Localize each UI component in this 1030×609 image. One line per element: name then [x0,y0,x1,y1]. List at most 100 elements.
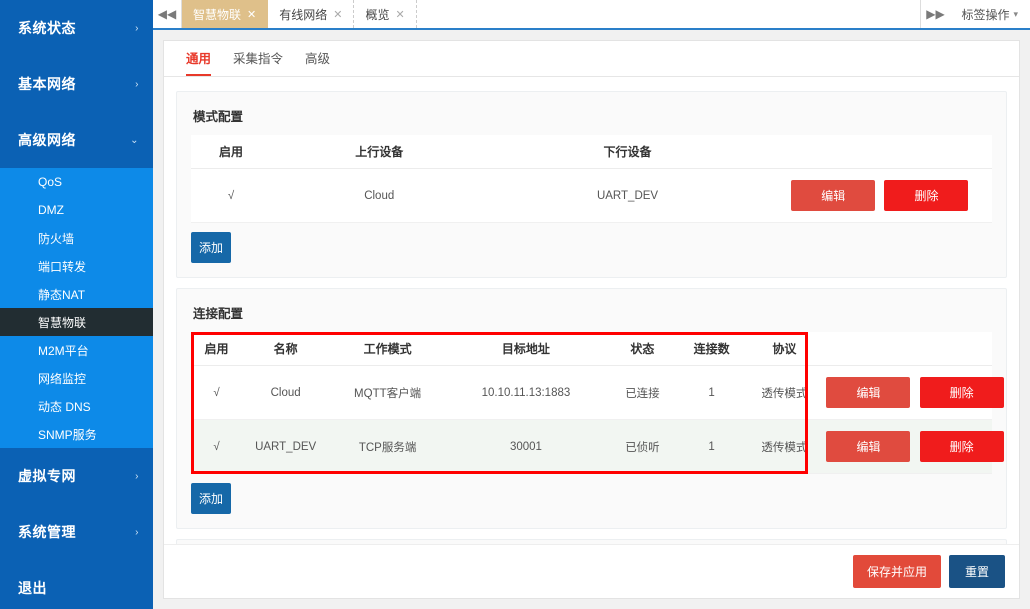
tab-smart-iot[interactable]: 智慧物联 ✕ [182,0,269,28]
table-header-row: 启用 上行设备 下行设备 [191,135,992,169]
sidebar-item-logout[interactable]: 退出 [0,560,153,609]
delete-button[interactable]: 删除 [884,180,969,211]
cell-work-mode: TCP服务端 [329,419,446,474]
settings-panel: 通用 采集指令 高级 模式配置 启用 上行设备 下行设备 √ Cloud UAR… [163,40,1020,599]
col-connection-count: 连接数 [678,332,745,366]
sidebar-item-static-nat[interactable]: 静态NAT [0,280,153,308]
sidebar-item-qos[interactable]: QoS [0,168,153,196]
sidebar-item-smart-iot[interactable]: 智慧物联 [0,308,153,336]
tab-advanced[interactable]: 高级 [305,48,330,76]
sidebar-item-firewall[interactable]: 防火墙 [0,224,153,252]
reset-button[interactable]: 重置 [948,555,1005,588]
col-actions [824,332,992,366]
sidebar-item-network-monitor[interactable]: 网络监控 [0,364,153,392]
close-icon[interactable]: ✕ [395,8,404,21]
edit-button[interactable]: 编辑 [826,377,911,408]
delete-button[interactable]: 删除 [919,377,1004,408]
cell-target-address: 10.10.11.13:1883 [445,365,607,420]
close-icon[interactable]: ✕ [333,8,342,21]
inner-tab-label: 通用 [186,52,212,66]
table-row: √ UART_DEV TCP服务端 30001 已侦听 1 透传模式 编辑 删除 [191,419,1004,474]
edit-button[interactable]: 编辑 [791,180,876,211]
sidebar-group-advanced-network[interactable]: 高级网络 ⌄ [0,112,153,168]
sidebar-group-system-status[interactable]: 系统状态 › [0,0,153,56]
settings-scroll-area: 模式配置 启用 上行设备 下行设备 √ Cloud UART_DEV 编辑 删除… [164,77,1019,544]
col-actions [767,135,992,169]
mode-config-title: 模式配置 [193,110,244,124]
sidebar-item-label: 退出 [18,580,47,596]
cell-actions: 编辑 删除 [767,168,992,223]
sidebar-group-label: 虚拟专网 [18,468,76,484]
col-enabled: 启用 [191,332,242,366]
tab-list: 智慧物联 ✕ 有线网络 ✕ 概览 ✕ [182,0,920,28]
connection-config-title: 连接配置 [193,307,244,321]
sidebar-item-label: 网络监控 [38,371,87,386]
tab-strip-right: ▶▶ 标签操作 ▾ [920,0,1030,28]
tab-general[interactable]: 通用 [186,48,212,76]
save-and-apply-button[interactable]: 保存并应用 [852,555,941,588]
sidebar-item-label: 智慧物联 [38,315,87,330]
cell-target-address: 30001 [445,419,607,474]
col-status: 状态 [606,332,679,366]
cell-actions: 编辑 删除 [824,419,1004,474]
tag-operations-dropdown[interactable]: 标签操作 ▾ [949,0,1030,28]
sidebar-item-label: 动态 DNS [38,399,91,414]
delete-button[interactable]: 删除 [919,431,1004,462]
sidebar-item-dynamic-dns[interactable]: 动态 DNS [0,392,153,420]
sidebar-group-basic-network[interactable]: 基本网络 › [0,56,153,112]
sidebar-item-label: DMZ [38,203,64,217]
connection-config-card: 连接配置 启用 名称 工作模式 目标地址 状态 连接数 协议 √ Cloud M… [176,288,1007,529]
table-header-row: 启用 名称 工作模式 目标地址 状态 连接数 协议 [191,332,992,366]
cell-protocol: 透传模式 [744,365,825,420]
tab-scroll-prev-icon[interactable]: ◀◀ [153,0,182,28]
inner-tab-bar: 通用 采集指令 高级 [164,41,1019,77]
tab-wired-network[interactable]: 有线网络 ✕ [268,0,355,28]
mode-config-card: 模式配置 启用 上行设备 下行设备 √ Cloud UART_DEV 编辑 删除… [176,91,1007,278]
col-name: 名称 [241,332,330,366]
inner-tab-label: 采集指令 [233,52,284,66]
cell-enabled: √ [191,168,272,223]
connection-table-wrapper: 启用 名称 工作模式 目标地址 状态 连接数 协议 √ Cloud MQTT客户… [191,332,1004,474]
col-downlink-device: 下行设备 [487,135,768,169]
tab-overview[interactable]: 概览 ✕ [354,0,417,28]
sidebar-item-snmp-service[interactable]: SNMP服务 [0,420,153,448]
mode-config-table: 启用 上行设备 下行设备 √ Cloud UART_DEV 编辑 删除 [191,135,992,223]
sidebar-item-label: M2M平台 [38,343,89,358]
sidebar-item-label: 静态NAT [38,287,86,302]
sidebar-item-dmz[interactable]: DMZ [0,196,153,224]
main-area: ◀◀ 智慧物联 ✕ 有线网络 ✕ 概览 ✕ ▶▶ 标签操作 ▾ 通用 采集指令 … [153,0,1030,609]
sidebar-group-label: 系统管理 [18,524,76,540]
table-row: √ Cloud MQTT客户端 10.10.11.13:1883 已连接 1 透… [191,365,1004,420]
sidebar-group-system-management[interactable]: 系统管理 › [0,504,153,560]
close-icon[interactable]: ✕ [247,8,256,21]
cell-connection-count: 1 [678,365,745,420]
tab-label: 有线网络 [279,7,328,22]
panel-footer: 保存并应用 重置 [164,544,1019,598]
sidebar-group-label: 高级网络 [18,132,76,148]
edit-button[interactable]: 编辑 [826,431,911,462]
add-mode-button[interactable]: 添加 [191,232,231,263]
connection-config-table: 启用 名称 工作模式 目标地址 状态 连接数 协议 √ Cloud MQTT客户… [191,332,1004,474]
add-connection-button[interactable]: 添加 [191,483,231,514]
col-protocol: 协议 [744,332,825,366]
table-row: √ Cloud UART_DEV 编辑 删除 [191,168,992,223]
tab-collect-command[interactable]: 采集指令 [233,48,283,76]
content-region: 通用 采集指令 高级 模式配置 启用 上行设备 下行设备 √ Cloud UAR… [153,30,1030,609]
tab-scroll-next-icon[interactable]: ▶▶ [920,0,949,28]
cell-enabled: √ [191,419,242,474]
sidebar-group-label: 系统状态 [18,20,76,36]
cell-downlink-device: UART_DEV [487,168,768,223]
cell-actions: 编辑 删除 [824,365,1004,420]
sidebar-group-label: 基本网络 [18,76,76,92]
sidebar-item-port-forward[interactable]: 端口转发 [0,252,153,280]
col-enabled: 启用 [191,135,272,169]
inner-tab-label: 高级 [305,52,331,66]
tab-label: 概览 [365,7,390,22]
sidebar-submenu: QoS DMZ 防火墙 端口转发 静态NAT 智慧物联 M2M平台 网络监控 动… [0,168,153,448]
sidebar-group-vpn[interactable]: 虚拟专网 › [0,448,153,504]
app-root: 系统状态 › 基本网络 › 高级网络 ⌄ QoS DMZ 防火墙 端口转发 静态… [0,0,1030,609]
sidebar-item-m2m-platform[interactable]: M2M平台 [0,336,153,364]
sidebar-item-label: SNMP服务 [38,427,97,442]
sidebar-item-label: QoS [38,175,63,189]
chevron-down-icon: ▾ [1013,8,1018,19]
